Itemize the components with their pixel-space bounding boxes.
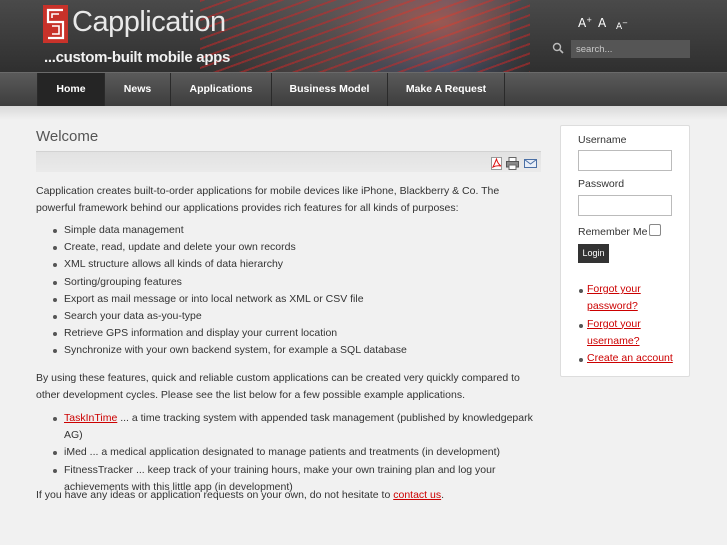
font-decrease-button[interactable]: A− xyxy=(616,19,628,32)
feature-list: Simple data management Create, read, upd… xyxy=(52,222,407,360)
list-item: TaskInTime ... a time tracking system wi… xyxy=(52,410,546,444)
nav-item-news[interactable]: News xyxy=(105,73,171,106)
taskintime-link[interactable]: TaskInTime xyxy=(64,412,117,424)
password-label: Password xyxy=(578,178,625,190)
list-item: Create an account xyxy=(578,350,678,367)
list-item: Simple data management xyxy=(52,222,407,239)
list-item: Sorting/grouping features xyxy=(52,274,407,291)
font-increase-sign: + xyxy=(586,16,593,24)
nav-shadow-band xyxy=(0,106,727,120)
remember-me-label: Remember Me xyxy=(578,226,648,238)
main-nav: Home News Applications Business Model Ma… xyxy=(0,72,727,106)
login-links: Forgot your password? Forgot your userna… xyxy=(578,281,678,367)
username-label: Username xyxy=(578,134,627,146)
create-account-link[interactable]: Create an account xyxy=(587,352,673,364)
list-item: Search your data as-you-type xyxy=(52,308,407,325)
search-icon[interactable] xyxy=(552,42,564,54)
password-field[interactable] xyxy=(578,195,672,216)
site-header: Capplication ...custom-built mobile apps… xyxy=(0,0,727,72)
example-text: ... a time tracking system with appended… xyxy=(64,412,533,442)
site-tagline: ...custom-built mobile apps xyxy=(44,49,231,66)
nav-item-home[interactable]: Home xyxy=(37,73,105,106)
logo-icon[interactable] xyxy=(43,5,68,43)
pdf-icon[interactable] xyxy=(490,157,503,170)
search-input[interactable] xyxy=(571,40,690,58)
list-item: iMed ... a medical application designate… xyxy=(52,444,546,461)
font-increase-letter: A xyxy=(578,16,587,30)
closing-text: If you have any ideas or application req… xyxy=(36,489,394,501)
header-banner-glow xyxy=(330,0,510,72)
forgot-username-link[interactable]: Forgot your username? xyxy=(587,318,641,347)
closing-suffix: . xyxy=(441,489,445,501)
examples-intro-paragraph: By using these features, quick and relia… xyxy=(36,372,520,401)
list-item: Forgot your password? xyxy=(578,281,678,316)
list-item: Synchronize with your own backend system… xyxy=(52,342,407,359)
list-item: Forgot your username? xyxy=(578,316,678,351)
remember-me-checkbox[interactable] xyxy=(649,224,661,236)
login-button[interactable]: Login xyxy=(578,244,609,263)
intro-paragraph: Capplication creates built-to-order appl… xyxy=(36,185,500,214)
list-item: Export as mail message or into local net… xyxy=(52,291,407,308)
list-item: Retrieve GPS information and display you… xyxy=(52,325,407,342)
font-increase-button[interactable]: A+ xyxy=(578,16,592,30)
forgot-password-link[interactable]: Forgot your password? xyxy=(587,283,641,312)
example-list: TaskInTime ... a time tracking system wi… xyxy=(52,410,546,496)
nav-item-make-a-request[interactable]: Make A Request xyxy=(388,73,505,106)
nav-item-applications[interactable]: Applications xyxy=(171,73,272,106)
closing-paragraph: If you have any ideas or application req… xyxy=(36,487,536,504)
email-icon[interactable] xyxy=(524,157,537,170)
font-reset-button[interactable]: A xyxy=(598,16,606,30)
nav-item-business-model[interactable]: Business Model xyxy=(272,73,388,106)
username-field[interactable] xyxy=(578,150,672,171)
font-decrease-sign: − xyxy=(622,19,629,27)
logo-text[interactable]: Capplication xyxy=(72,6,226,39)
article-toolbar xyxy=(36,151,541,172)
print-icon[interactable] xyxy=(506,157,519,170)
list-item: Create, read, update and delete your own… xyxy=(52,239,407,256)
page-title: Welcome xyxy=(36,128,99,145)
list-item: XML structure allows all kinds of data h… xyxy=(52,256,407,273)
contact-us-link[interactable]: contact us xyxy=(393,489,441,501)
